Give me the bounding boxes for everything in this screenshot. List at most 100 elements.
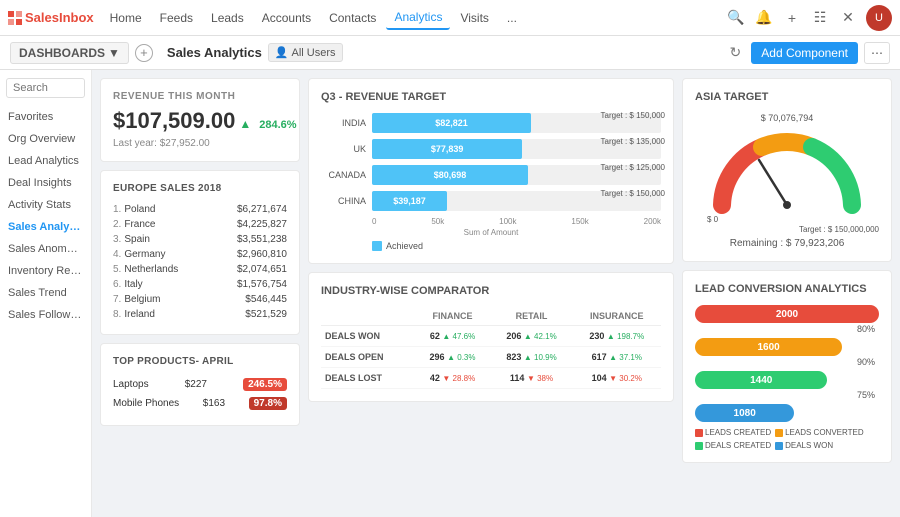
sidebar-item-sales-followup[interactable]: Sales Follow-up T [0,304,91,326]
europe-title: EUROPE SALES 2018 [113,183,287,194]
industry-comparator-card: INDUSTRY-WISE COMPARATOR FINANCE RETAIL … [308,272,674,402]
search-input[interactable] [6,78,85,98]
sidebar-item-favorites[interactable]: Favorites [0,106,91,128]
comparator-title: INDUSTRY-WISE COMPARATOR [321,285,661,297]
col-header-label [321,307,415,326]
europe-sales-card: EUROPE SALES 2018 1.Poland$6,271,6742.Fr… [100,170,300,335]
europe-row: 1.Poland$6,271,674 [113,202,287,217]
gauge-top-value: $ 70,076,794 [695,113,879,123]
close-icon[interactable]: ✕ [838,8,858,28]
lead-bar-row: 1600 90% [695,338,879,367]
nav-accounts[interactable]: Accounts [254,7,319,29]
sidebar: Favorites Org Overview Lead Analytics De… [0,70,92,517]
x-axis-label: Sum of Amount [321,228,661,237]
sidebar-item-sales-anomalies[interactable]: Sales Anomalies [0,238,91,260]
revenue-title: REVENUE THIS MONTH [113,91,287,102]
lead-bar-row: 2000 80% [695,305,879,334]
sub-navigation: DASHBOARDS ▼ + Sales Analytics 👤 All Use… [0,36,900,70]
nav-feeds[interactable]: Feeds [152,7,201,29]
sidebar-item-org-overview[interactable]: Org Overview [0,128,91,150]
table-row: DEALS LOST 42 28.8% 114 38% 104 30.2% [321,368,661,389]
asia-title: ASIA TARGET [695,91,879,103]
europe-row: 7.Belgium$546,445 [113,292,287,307]
q3-revenue-card: Q3 - REVENUE TARGET INDIA $82,821 Target… [308,78,674,264]
gauge-remaining: Remaining : $ 79,923,206 [695,238,879,249]
europe-row: 2.France$4,225,827 [113,217,287,232]
users-icon: 👤 [275,46,289,59]
add-dashboard-button[interactable]: + [135,44,153,62]
product-row: Laptops$227246.5% [113,375,287,394]
brand-logo[interactable]: SalesInbox [8,10,94,25]
refresh-icon[interactable]: ↻ [730,44,742,61]
lead-conversion-card: LEAD CONVERSION ANALYTICS 2000 80% 1600 … [682,270,892,463]
sidebar-item-sales-trend[interactable]: Sales Trend [0,282,91,304]
bar-row: CANADA $80,698 Target : $ 125,000 [321,165,661,185]
legend-item: DEALS WON [775,441,833,450]
filter-badge[interactable]: 👤 All Users [268,43,343,62]
gauge-chart [707,125,867,215]
revenue-change: 284.6% [259,119,296,131]
nav-leads[interactable]: Leads [203,7,252,29]
product-row: Mobile Phones$16397.8% [113,394,287,413]
top-products-card: TOP PRODUCTS- APRIL Laptops$227246.5%Mob… [100,343,300,426]
lead-bar-row: 1080 [695,404,879,422]
europe-row: 6.Italy$1,576,754 [113,277,287,292]
search-icon[interactable]: 🔍 [726,8,746,28]
nav-contacts[interactable]: Contacts [321,7,384,29]
right-column: ASIA TARGET $ 70,076,794 [682,78,892,509]
sidebar-item-sales-analytics[interactable]: Sales Analytics [0,216,91,238]
sidebar-item-activity-stats[interactable]: Activity Stats [0,194,91,216]
sidebar-item-lead-analytics[interactable]: Lead Analytics [0,150,91,172]
grid-icon[interactable]: ☷ [810,8,830,28]
nav-more[interactable]: ... [499,7,525,29]
more-options-button[interactable]: ⋯ [864,42,890,64]
product-rows: Laptops$227246.5%Mobile Phones$16397.8% [113,375,287,413]
lead-bar-row: 1440 75% [695,371,879,400]
table-row: DEALS WON 62 47.6% 206 42.1% 230 198.7% [321,326,661,347]
chevron-down-icon: ▼ [108,46,120,60]
nav-actions: 🔍 🔔 + ☷ ✕ U [726,5,892,31]
main-layout: Favorites Org Overview Lead Analytics De… [0,70,900,517]
sidebar-item-deal-insights[interactable]: Deal Insights [0,172,91,194]
page-title: Sales Analytics [167,45,262,60]
revenue-card: REVENUE THIS MONTH $107,509.00 ▲ 284.6% … [100,78,300,162]
revenue-arrow: ▲ [239,117,251,131]
legend-item: LEADS CONVERTED [775,428,864,437]
lead-conversion-title: LEAD CONVERSION ANALYTICS [695,283,879,295]
col-header-finance: FINANCE [415,307,491,326]
comparator-table: FINANCE RETAIL INSURANCE DEALS WON 62 47… [321,307,661,389]
top-navigation: SalesInbox Home Feeds Leads Accounts Con… [0,0,900,36]
bar-row: CHINA $39,187 Target : $ 150,000 [321,191,661,211]
nav-visits[interactable]: Visits [452,7,496,29]
europe-row: 4.Germany$2,960,810 [113,247,287,262]
lead-legend: LEADS CREATED LEADS CONVERTED DEALS CREATE… [695,428,879,450]
q3-bar-chart: INDIA $82,821 Target : $ 150,000 UK $77,… [321,113,661,211]
nav-analytics[interactable]: Analytics [386,6,450,30]
lead-bars: 2000 80% 1600 90% 1440 75% 1080 [695,305,879,422]
top-products-title: TOP PRODUCTS- APRIL [113,356,287,367]
asia-target-card: ASIA TARGET $ 70,076,794 [682,78,892,262]
europe-rows: 1.Poland$6,271,6742.France$4,225,8273.Sp… [113,202,287,322]
gauge-min-max: $ 0 [707,215,867,224]
chart-legend: Achieved [321,241,661,251]
legend-box [372,241,382,251]
revenue-amount: $107,509.00 [113,108,235,134]
bell-icon[interactable]: 🔔 [754,8,774,28]
chart-axis: 050k100k150k200k [321,217,661,226]
nav-home[interactable]: Home [102,7,150,29]
table-row: DEALS OPEN 296 0.3% 823 10.9% 617 37.1% [321,347,661,368]
add-component-button[interactable]: Add Component [751,42,858,64]
dashboards-dropdown[interactable]: DASHBOARDS ▼ [10,42,129,64]
gauge-container: $ 70,076,794 $ 0 [695,113,879,249]
bar-row: INDIA $82,821 Target : $ 150,000 [321,113,661,133]
europe-row: 5.Netherlands$2,074,651 [113,262,287,277]
user-avatar[interactable]: U [866,5,892,31]
plus-icon[interactable]: + [782,8,802,28]
revenue-last-year: Last year: $27,952.00 [113,138,287,149]
gauge-target: Target : $ 150,000,000 [695,225,879,234]
legend-item: LEADS CREATED [695,428,771,437]
sidebar-item-inventory-reports[interactable]: Inventory Reports [0,260,91,282]
europe-row: 3.Spain$3,551,238 [113,232,287,247]
legend-item: DEALS CREATED [695,441,771,450]
content-area: REVENUE THIS MONTH $107,509.00 ▲ 284.6% … [92,70,900,517]
